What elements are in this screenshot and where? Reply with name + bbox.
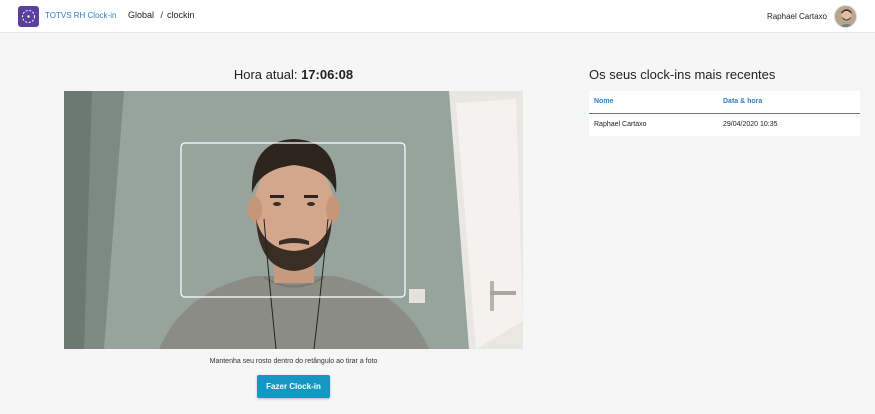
current-time-value: 17:06:08 [301, 67, 354, 82]
breadcrumb: Global / clockin [128, 10, 195, 20]
table-header-row: Nome Data & hora [589, 91, 860, 114]
user-name[interactable]: Raphael Cartaxo [767, 12, 827, 21]
row-datetime: 29/04/2020 10:35 [723, 121, 778, 129]
top-bar: TOTVS RH Clock-in Global / clockin Raphae… [0, 0, 875, 33]
camera-hint: Mantenha seu rosto dentro do retângulo a… [209, 358, 378, 365]
row-name: Raphael Cartaxo [594, 121, 647, 129]
recent-clockins-table: Nome Data & hora Raphael Cartaxo 29/04/2… [589, 91, 860, 136]
user-avatar[interactable] [834, 5, 857, 28]
table-row: Raphael Cartaxo 29/04/2020 10:35 [589, 113, 860, 136]
breadcrumb-global[interactable]: Global [128, 10, 154, 20]
camera-preview [64, 91, 523, 349]
breadcrumb-separator: / [160, 10, 164, 20]
column-header-datetime[interactable]: Data & hora [718, 91, 860, 114]
recent-clockins-title: Os seus clock-ins mais recentes [589, 67, 776, 82]
app-logo-icon[interactable] [18, 6, 39, 27]
app-title[interactable]: TOTVS RH Clock-in [45, 11, 116, 20]
clockin-button[interactable]: Fazer Clock-in [257, 375, 330, 398]
current-time-heading: Hora atual: 17:06:08 [64, 67, 523, 82]
breadcrumb-clockin[interactable]: clockin [167, 10, 195, 20]
column-header-name[interactable]: Nome [589, 91, 718, 114]
current-time-label: Hora atual: [233, 67, 298, 82]
